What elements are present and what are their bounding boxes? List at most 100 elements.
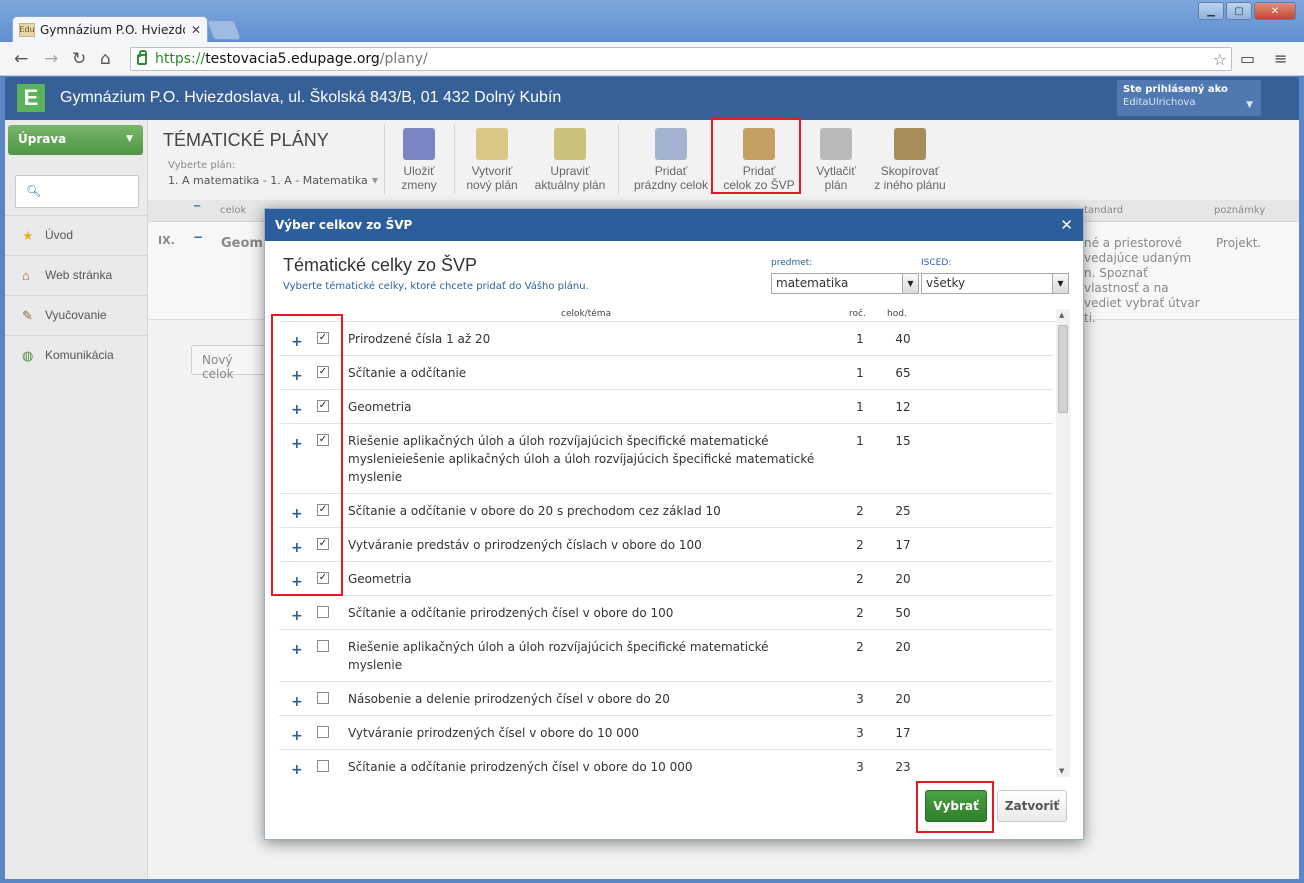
sidebar-item-label: Úvod (45, 228, 74, 242)
create-plan-button[interactable]: Vytvoriť nový plán (462, 128, 522, 192)
new-tab-button[interactable] (206, 20, 242, 40)
expand-plus-icon[interactable]: + (291, 762, 303, 775)
sidebar-item-web[interactable]: ⌂ Web stránka (5, 255, 148, 295)
dialog-heading: Tématické celky zo ŠVP (283, 255, 478, 275)
close-button[interactable]: Zatvoriť (997, 790, 1067, 822)
sidebar-item-uvod[interactable]: ★ Úvod (5, 215, 148, 255)
floppy-icon (403, 128, 435, 160)
sidebar-item-vyucovanie[interactable]: ✎ Vyučovanie (5, 295, 148, 335)
list-item[interactable]: + ✓ Prirodzené čísla 1 až 20 1 40 (279, 322, 1053, 356)
menu-icon[interactable]: ≡ (1274, 49, 1287, 68)
url-path: /plany/ (379, 51, 428, 67)
close-icon[interactable]: ✕ (1060, 216, 1073, 234)
row-checkbox[interactable] (317, 726, 329, 738)
col-standard: tandard (1084, 205, 1124, 216)
row-checkbox[interactable] (317, 606, 329, 618)
list-item[interactable]: + ✓ Riešenie aplikačných úloh a úloh rozví… (279, 424, 1053, 494)
list-item[interactable]: + ✓ Sčítanie a odčítanie 1 65 (279, 356, 1053, 390)
topic-grade: 2 (856, 572, 864, 586)
list-item[interactable]: + ✓ Sčítanie a odčítanie v obore do 20 s p… (279, 494, 1053, 528)
topic-hours: 17 (895, 726, 911, 740)
topic-name: Sčítanie a odčítanie v obore do 20 s pre… (348, 504, 721, 518)
expand-plus-icon[interactable]: + (291, 642, 303, 658)
scrollbar[interactable]: ▲ ▼ (1056, 309, 1070, 777)
topic-hours: 12 (895, 400, 911, 414)
list-item[interactable]: + Násobenie a delenie prirodzených čísel … (279, 682, 1053, 716)
new-unit-button[interactable]: Nový celok (191, 345, 271, 381)
expand-plus-icon[interactable]: + (291, 728, 303, 744)
topic-hours: 50 (895, 606, 911, 620)
list-item[interactable]: + ✓ Vytváranie predstáv o prirodzených čís… (279, 528, 1053, 562)
list-item[interactable]: + Sčítanie a odčítanie prirodzených čísel… (279, 596, 1053, 630)
tool-label-1: Skopírovať (880, 164, 940, 178)
reload-icon[interactable]: ↻ (72, 49, 86, 69)
sidebar-item-label: Vyučovanie (45, 308, 107, 322)
home-icon[interactable]: ⌂ (100, 49, 111, 69)
row-checkbox[interactable] (317, 640, 329, 652)
expand-plus-icon[interactable]: + (291, 694, 303, 710)
house-icon: ⌂ (22, 268, 30, 283)
tool-label-1: Uložiť (403, 164, 435, 178)
standard-line: vlastnosť a na (1084, 281, 1169, 295)
add-empty-unit-button[interactable]: Pridať prázdny celok (628, 128, 714, 192)
cast-icon[interactable]: ▭ (1240, 49, 1255, 68)
topic-hours: 40 (895, 332, 911, 346)
edit-doc-icon (554, 128, 586, 160)
url-host: testovacia5.edupage.org (205, 51, 380, 67)
topic-name: Geometria (348, 400, 412, 414)
bookmark-star-icon[interactable]: ☆ (1213, 50, 1227, 69)
collapse-icon[interactable]: − (193, 201, 201, 212)
url-scheme: https:// (155, 51, 206, 67)
scroll-down-icon[interactable]: ▼ (1059, 767, 1064, 775)
isced-select[interactable]: všetky ▼ (921, 273, 1069, 294)
plan-select[interactable]: 1. A matematika - 1. A - Matematika ▼ (168, 174, 378, 187)
edit-plan-button[interactable]: Upraviť aktuálny plán (532, 128, 608, 192)
chevron-down-icon: ▼ (126, 134, 133, 144)
plan-label: Vyberte plán: (168, 160, 236, 171)
grid-header: celok/téma roč. hod. (279, 309, 1069, 321)
school-name: Gymnázium P.O. Hviezdoslava, ul. Školská… (60, 89, 562, 106)
forward-arrow-icon[interactable]: → (44, 49, 58, 69)
address-bar[interactable]: https://testovacia5.edupage.org/plany/ ☆ (130, 47, 1232, 71)
topic-hours: 20 (895, 640, 911, 654)
edupage-logo[interactable]: E (17, 84, 45, 112)
topic-hours: 25 (895, 504, 911, 518)
tool-label-1: Vytvoriť (471, 164, 513, 178)
collapse-icon[interactable]: − (193, 230, 203, 244)
row-checkbox[interactable] (317, 760, 329, 772)
copy-plan-button[interactable]: Skopírovať z iného plánu (868, 128, 952, 192)
toolbar-divider (454, 124, 455, 194)
list-item[interactable]: + Riešenie aplikačných úloh a úloh rozvíj… (279, 630, 1053, 682)
expand-plus-icon[interactable]: + (291, 608, 303, 624)
tool-label-2: prázdny celok (633, 178, 709, 192)
new-doc-icon (476, 128, 508, 160)
search-input[interactable]: 🔍︎ (15, 175, 139, 208)
topic-hours: 20 (895, 692, 911, 706)
topic-name: Vytváranie predstáv o prirodzených čísla… (348, 538, 702, 552)
topic-grade: 3 (856, 726, 864, 740)
star-icon: ★ (22, 228, 34, 243)
minimize-button[interactable]: ▁ (1198, 2, 1224, 20)
predmet-select[interactable]: matematika ▼ (771, 273, 919, 294)
tool-label-1: Vytlačiť (816, 164, 856, 178)
window-close-button[interactable]: ✕ (1254, 2, 1296, 20)
login-box[interactable]: Ste prihlásený ako EditaUlrichova ▼ (1117, 80, 1261, 116)
back-arrow-icon[interactable]: ← (14, 49, 28, 69)
list-item[interactable]: + ✓ Geometria 1 12 (279, 390, 1053, 424)
print-plan-button[interactable]: Vytlačiť plán (812, 128, 860, 192)
save-button[interactable]: Uložiť zmeny (394, 128, 444, 192)
browser-tab[interactable]: Edu Gymnázium P.O. Hviezdos ✕ (12, 16, 208, 42)
scrollbar-thumb[interactable] (1058, 325, 1068, 413)
maximize-button[interactable]: ▢ (1226, 2, 1252, 20)
tab-close-icon[interactable]: ✕ (191, 23, 201, 37)
highlight-box-add-svp (711, 117, 801, 194)
list-item[interactable]: + ✓ Geometria 2 20 (279, 562, 1053, 596)
scroll-up-icon[interactable]: ▲ (1059, 311, 1064, 319)
sidebar-item-komunikacia[interactable]: ◍ Komunikácia (5, 335, 148, 375)
uprava-button[interactable]: Úprava ▼ (8, 125, 143, 155)
row-month: IX. (158, 234, 175, 247)
tab-title: Gymnázium P.O. Hviezdos (40, 22, 185, 37)
list-item[interactable]: + Vytváranie prirodzených čísel v obore d… (279, 716, 1053, 750)
list-item[interactable]: + Sčítanie a odčítanie prirodzených čísel… (279, 750, 1053, 775)
row-checkbox[interactable] (317, 692, 329, 704)
